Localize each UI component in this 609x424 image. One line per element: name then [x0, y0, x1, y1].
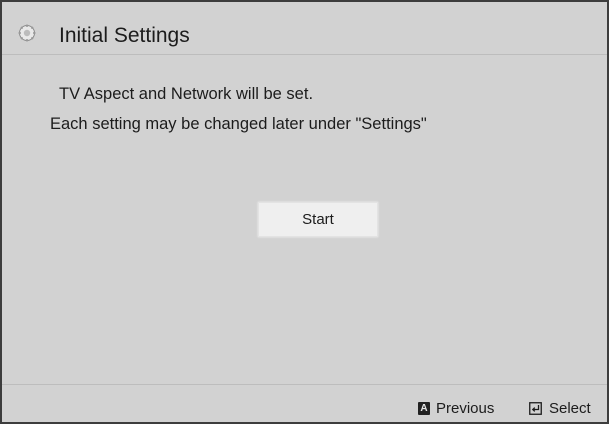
info-text-line-1: TV Aspect and Network will be set.: [59, 85, 314, 103]
header-bar: Initial Settings: [2, 2, 607, 55]
select-label: Select: [549, 399, 591, 417]
gear-icon: [18, 24, 36, 42]
previous-label: Previous: [436, 399, 495, 417]
previous-hint[interactable]: A Previous: [418, 399, 494, 417]
select-hint[interactable]: Select: [529, 399, 591, 417]
start-button[interactable]: Start: [258, 202, 378, 237]
info-text-line-2: Each setting may be changed later under …: [50, 115, 427, 133]
enter-icon: [529, 401, 542, 415]
footer-bar: A Previous Select: [2, 384, 607, 423]
page-title: Initial Settings: [59, 24, 190, 47]
a-key-icon: A: [418, 401, 430, 415]
settings-screen: Initial Settings TV Aspect and Network w…: [0, 0, 609, 424]
